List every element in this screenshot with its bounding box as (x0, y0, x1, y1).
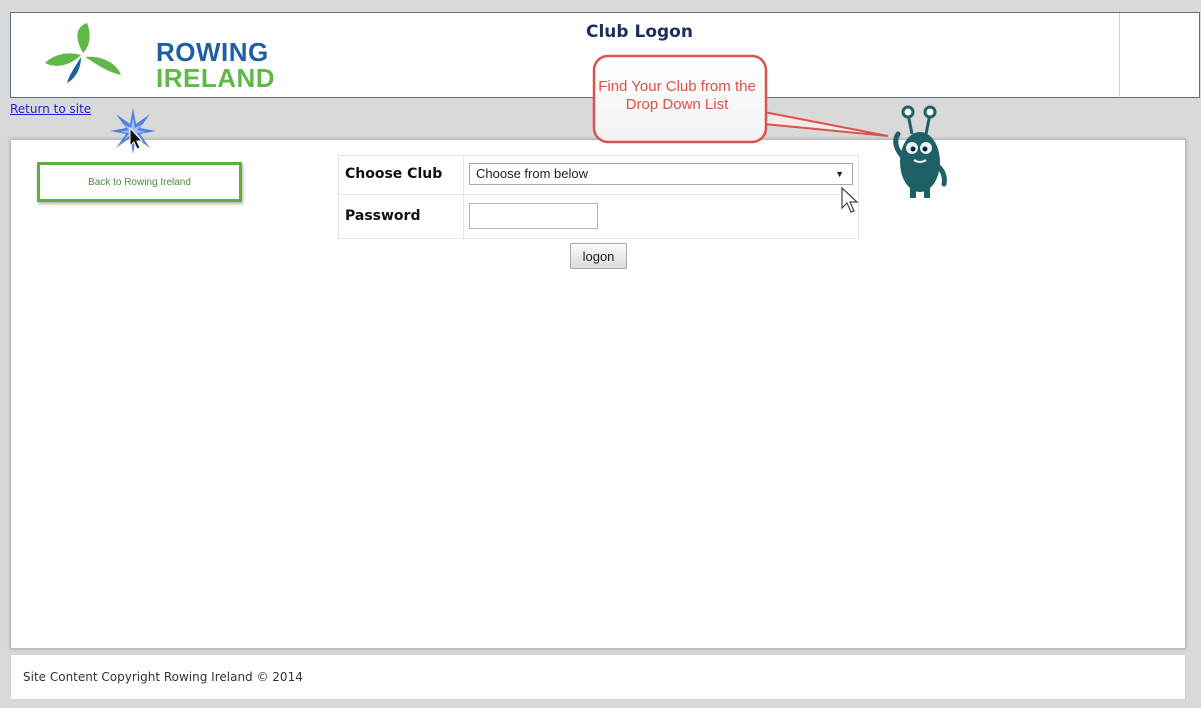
choose-club-label: Choose Club (345, 166, 443, 182)
click-highlight-icon (110, 108, 156, 154)
logon-form: Choose Club Choose from below ▼ Password (338, 155, 859, 239)
column-divider (463, 156, 464, 238)
logo-text-rowing: ROWING (156, 37, 269, 67)
rowing-ireland-logo: ROWING IRELAND (31, 19, 275, 91)
page-footer: Site Content Copyright Rowing Ireland © … (10, 654, 1186, 700)
copyright-text: Site Content Copyright Rowing Ireland © … (23, 670, 303, 684)
mouse-pointer-icon (841, 186, 859, 213)
chevron-down-icon: ▼ (835, 169, 844, 179)
page-title: Club Logon (586, 22, 693, 42)
return-to-site-link[interactable]: Return to site (10, 102, 91, 116)
password-input[interactable] (469, 203, 598, 229)
club-select-value: Choose from below (476, 166, 588, 181)
mascot-character-icon (893, 105, 947, 198)
back-to-rowing-ireland-button[interactable]: Back to Rowing Ireland (37, 162, 242, 202)
logo-text-ireland: IRELAND (156, 63, 276, 93)
header-divider (1119, 13, 1120, 97)
logon-button[interactable]: logon (570, 243, 627, 269)
shamrock-logo-icon (45, 23, 121, 83)
row-divider (339, 194, 858, 195)
club-select-dropdown[interactable]: Choose from below ▼ (469, 163, 853, 185)
callout-text: Find Your Club from the Drop Down List (598, 78, 756, 113)
password-label: Password (345, 208, 421, 224)
